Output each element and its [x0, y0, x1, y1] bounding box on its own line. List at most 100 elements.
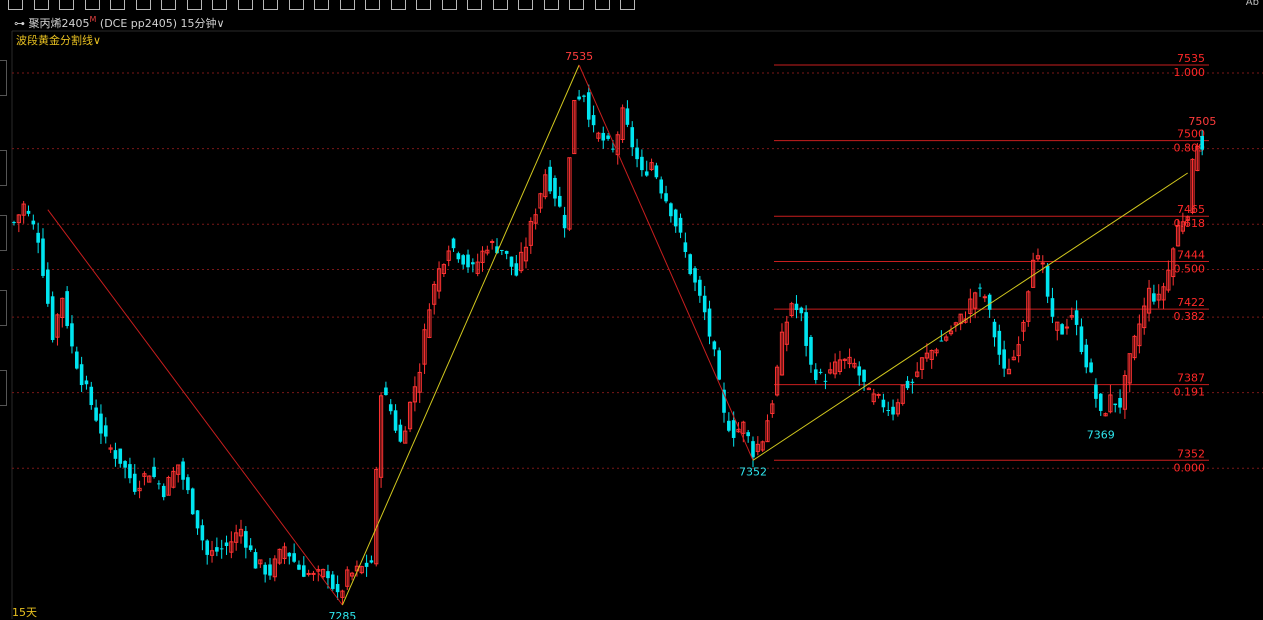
- candle-body: [823, 380, 828, 382]
- candle-body: [746, 432, 750, 437]
- candle-body: [248, 545, 253, 551]
- candle-body: [46, 269, 50, 304]
- candle-body: [297, 564, 301, 570]
- candle-body: [582, 95, 586, 97]
- candle-body: [712, 341, 717, 350]
- candle-body: [548, 166, 552, 192]
- candle-body: [891, 406, 895, 415]
- candle-body: [224, 542, 229, 546]
- candle-body: [809, 336, 813, 365]
- candle-body: [905, 380, 910, 389]
- fib-price-label: 7535: [1177, 52, 1205, 65]
- candle-body: [727, 420, 731, 431]
- swing-line: [47, 209, 343, 606]
- candle-body: [1074, 310, 1079, 325]
- candle-body: [65, 291, 69, 326]
- candle-body: [330, 574, 335, 589]
- candle-body: [939, 340, 944, 342]
- candle-body: [263, 564, 267, 575]
- candle-body: [253, 552, 258, 569]
- candle-body: [79, 364, 84, 386]
- candle-body: [557, 195, 562, 207]
- candle-body: [1064, 326, 1070, 329]
- candle-body: [215, 547, 219, 552]
- fib-price-label: 7422: [1177, 296, 1205, 309]
- candle-body: [461, 255, 465, 265]
- period-range-label: 15天: [12, 606, 37, 619]
- candle-body: [910, 381, 915, 383]
- candle-body: [84, 380, 89, 385]
- candle-body: [707, 308, 712, 337]
- candle-body: [123, 461, 127, 468]
- candle-body: [466, 254, 470, 268]
- fib-ratio-label: 0.382: [1174, 310, 1206, 323]
- candle-body: [611, 148, 615, 150]
- fib-ratio-label: 0.809: [1174, 142, 1206, 155]
- pivot-label: 7535: [565, 50, 593, 63]
- candle-body: [818, 371, 823, 373]
- candle-body: [388, 404, 393, 412]
- candle-body: [509, 256, 514, 267]
- candle-body: [302, 565, 306, 577]
- candle-body: [1098, 393, 1103, 411]
- candle-body: [244, 531, 248, 548]
- candle-body: [673, 209, 678, 227]
- candle-body: [190, 488, 195, 515]
- candle-body: [157, 483, 161, 485]
- candle-body: [857, 366, 862, 376]
- candle-body: [683, 242, 688, 252]
- candle-body: [50, 296, 55, 340]
- candle-body: [306, 572, 311, 575]
- candle-body: [992, 321, 997, 338]
- fib-ratio-label: 0.500: [1174, 263, 1206, 276]
- candle-body: [586, 92, 591, 120]
- candle-body: [504, 250, 509, 254]
- pivot-label: 7285: [328, 610, 356, 619]
- candle-body: [1045, 265, 1050, 297]
- candle-body: [12, 222, 16, 224]
- candlestick-chart[interactable]: 75351.00075000.80974650.61874440.5007422…: [0, 0, 1263, 619]
- candle-body: [698, 279, 702, 296]
- candle-body: [1060, 324, 1064, 335]
- candle-body: [881, 399, 886, 408]
- candle-body: [751, 441, 755, 458]
- candle-body: [635, 147, 639, 160]
- candle-body: [94, 407, 98, 421]
- fib-price-label: 7387: [1177, 372, 1205, 385]
- candle-body: [799, 307, 804, 314]
- fib-price-label: 7444: [1177, 249, 1205, 262]
- fib-ratio-label: 0.191: [1174, 386, 1206, 399]
- candle-body: [1200, 135, 1204, 150]
- candle-body: [1084, 344, 1089, 368]
- candle-body: [669, 203, 673, 217]
- fib-ratio-label: 0.000: [1174, 461, 1206, 474]
- candle-body: [335, 584, 340, 593]
- candle-body: [161, 485, 166, 498]
- candle-body: [577, 96, 581, 100]
- candle-body: [219, 548, 224, 550]
- candle-body: [99, 413, 103, 434]
- candle-body: [181, 461, 185, 480]
- candle-body: [702, 295, 707, 313]
- candle-body: [644, 171, 649, 176]
- candle-body: [601, 132, 606, 141]
- candle-body: [659, 179, 664, 194]
- candle-body: [195, 510, 200, 529]
- candle-body: [268, 564, 272, 576]
- candle-body: [364, 562, 369, 567]
- candle-body: [311, 572, 316, 575]
- candle-body: [1152, 293, 1156, 302]
- candle-body: [987, 294, 992, 310]
- candle-body: [982, 296, 987, 299]
- candle-body: [205, 540, 209, 555]
- candle-body: [456, 253, 461, 260]
- candle-body: [731, 420, 736, 438]
- candle-body: [74, 351, 79, 369]
- candle-body: [369, 560, 374, 563]
- candle-body: [118, 448, 123, 464]
- candle-body: [200, 525, 205, 541]
- candle-body: [1113, 403, 1118, 406]
- candle-body: [113, 450, 118, 459]
- candle-body: [664, 193, 668, 202]
- candle-body: [813, 369, 818, 380]
